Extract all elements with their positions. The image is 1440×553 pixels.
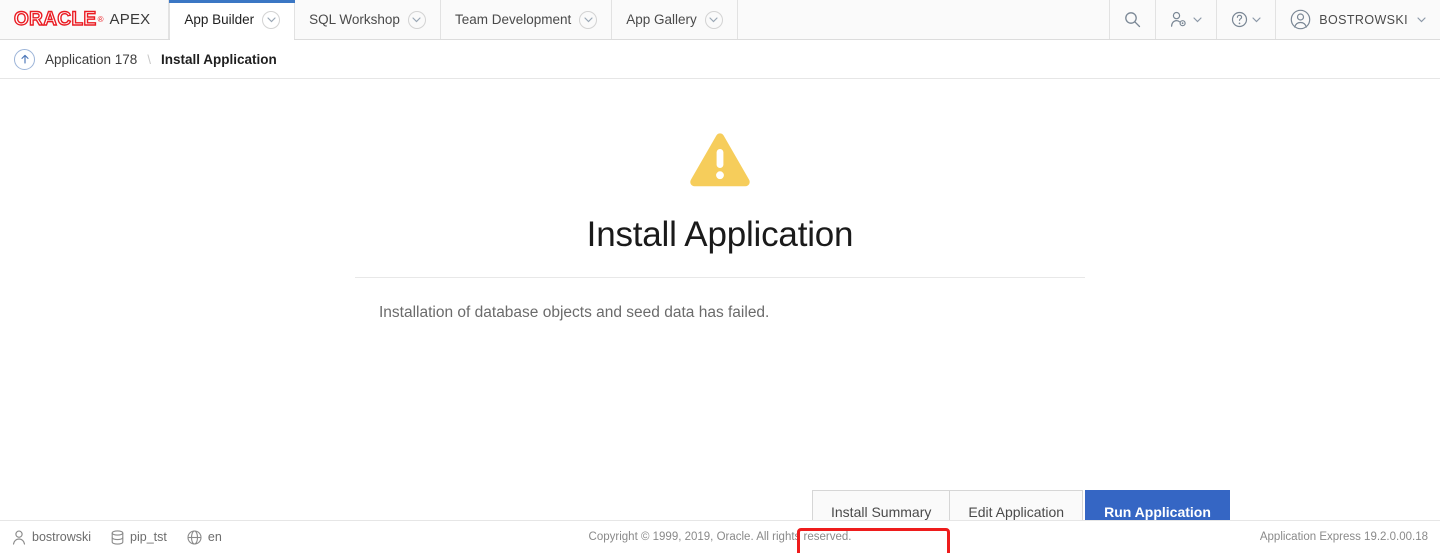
warning-triangle-icon: [688, 131, 752, 193]
nav-tab-label: App Builder: [184, 12, 254, 27]
help-circle-icon[interactable]: [1217, 0, 1276, 39]
apex-wordmark: APEX: [110, 11, 151, 28]
chevron-down-icon: [1193, 17, 1202, 23]
nav-tab-label: SQL Workshop: [309, 12, 400, 27]
account-username: BOSTROWSKI: [1319, 13, 1408, 27]
chevron-down-icon: [1417, 17, 1426, 23]
registered-mark: ®: [98, 15, 104, 24]
database-icon: [111, 530, 124, 545]
arrow-up-circle-icon[interactable]: [14, 49, 35, 70]
breadcrumb-item-current: Install Application: [161, 52, 277, 67]
apex-page: ORACLE® APEX App Builder SQL Workshop Te…: [0, 0, 1440, 553]
footer-left: bostrowski pip_tst en: [12, 530, 222, 545]
footer-database[interactable]: pip_tst: [111, 530, 167, 545]
breadcrumb: Application 178 \ Install Application: [0, 40, 1440, 79]
search-icon[interactable]: [1110, 0, 1156, 39]
account-avatar-icon: [1290, 9, 1311, 30]
top-navigation-bar: ORACLE® APEX App Builder SQL Workshop Te…: [0, 0, 1440, 40]
nav-spacer: [738, 0, 1110, 39]
footer-version: Application Express 19.2.0.00.18: [1260, 531, 1428, 543]
chevron-down-icon: [1252, 17, 1261, 23]
footer-user[interactable]: bostrowski: [12, 530, 91, 545]
nav-tab-label: App Gallery: [626, 12, 697, 27]
oracle-wordmark: ORACLE: [14, 9, 97, 31]
main-content: Install Application Installation of data…: [0, 79, 1440, 520]
account-menu[interactable]: BOSTROWSKI: [1276, 0, 1440, 39]
nav-tab-label: Team Development: [455, 12, 571, 27]
footer-user-label: bostrowski: [32, 530, 91, 544]
primary-nav-tabs: App Builder SQL Workshop Team Developmen…: [169, 0, 737, 39]
chevron-down-icon[interactable]: [579, 11, 597, 29]
user-admin-icon[interactable]: [1156, 0, 1217, 39]
title-divider: [355, 277, 1085, 278]
nav-tab-app-gallery[interactable]: App Gallery: [612, 0, 738, 39]
breadcrumb-item-application[interactable]: Application 178: [45, 52, 137, 67]
page-footer: bostrowski pip_tst en Copyright ©: [0, 520, 1440, 553]
footer-language[interactable]: en: [187, 530, 222, 545]
oracle-apex-logo[interactable]: ORACLE® APEX: [0, 0, 169, 39]
user-icon: [12, 530, 26, 545]
chevron-down-icon[interactable]: [262, 11, 280, 29]
nav-utility-icons: BOSTROWSKI: [1110, 0, 1440, 39]
nav-tab-app-builder[interactable]: App Builder: [169, 0, 295, 39]
breadcrumb-separator: \: [147, 52, 151, 67]
globe-icon: [187, 530, 202, 545]
page-title: Install Application: [587, 215, 854, 255]
chevron-down-icon[interactable]: [705, 11, 723, 29]
nav-tab-team-development[interactable]: Team Development: [441, 0, 612, 39]
nav-tab-sql-workshop[interactable]: SQL Workshop: [295, 0, 441, 39]
status-message: Installation of database objects and see…: [355, 304, 1085, 322]
footer-language-label: en: [208, 530, 222, 544]
footer-database-label: pip_tst: [130, 530, 167, 544]
chevron-down-icon[interactable]: [408, 11, 426, 29]
